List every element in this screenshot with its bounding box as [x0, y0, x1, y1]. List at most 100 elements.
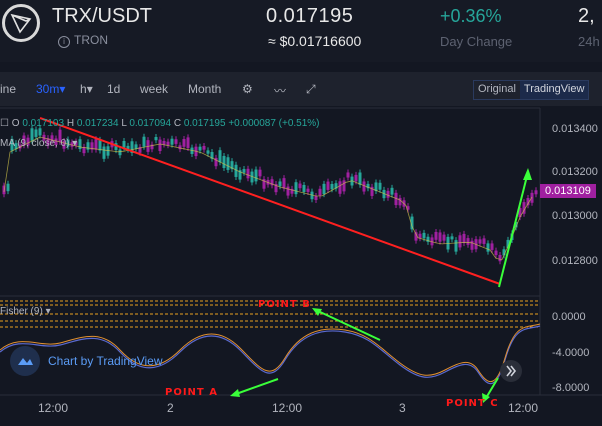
candle-body [206, 150, 210, 154]
candle-body [354, 174, 358, 182]
candle-body [182, 139, 186, 147]
close-prefix: C [173, 118, 182, 129]
high-value: 0.017234 [76, 118, 119, 129]
candle-body [346, 172, 350, 178]
open-value: 0.017103 [22, 118, 65, 129]
candle-body [218, 150, 222, 163]
tradingview-branding[interactable]: Chart by TradingView [10, 346, 163, 376]
candle-body [490, 243, 494, 250]
ma-legend[interactable]: MA (9, close, 0) ▾ [0, 138, 77, 149]
time-tick: 3 [399, 401, 406, 415]
change-value: +0.000087 (+0.51%) [228, 118, 320, 129]
candle-body [158, 139, 162, 152]
candle-body [530, 192, 534, 203]
candle-body [6, 183, 10, 192]
candle-body [302, 184, 306, 193]
chevron-down-icon: ▾ [45, 306, 51, 317]
fisher-legend[interactable]: Fisher (9) ▾ [0, 306, 51, 317]
candle-body [94, 139, 98, 150]
point-b-arrow [317, 310, 381, 341]
legend-square-icon: ☐ [0, 118, 9, 129]
candle-body [326, 181, 330, 190]
candle-body [198, 146, 202, 151]
moving-average-line [3, 136, 533, 261]
candle-body [362, 181, 366, 192]
candle-body [462, 233, 466, 244]
candle-body [98, 139, 102, 151]
candle-body [122, 140, 126, 148]
breakout-arrow [498, 171, 529, 288]
scroll-to-realtime-button[interactable] [500, 360, 522, 382]
candle-body [422, 232, 426, 239]
close-value: 0.017195 [183, 118, 226, 129]
price-tick: 0.012800 [552, 255, 598, 267]
indicator-tick: -4.0000 [552, 347, 590, 359]
candle-body [306, 188, 310, 192]
candle-body [246, 168, 250, 179]
candle-body [482, 238, 486, 244]
candles-group [2, 125, 538, 265]
candle-body [398, 197, 402, 206]
candle-body [78, 139, 82, 150]
candle-body [358, 172, 362, 185]
candle-body [438, 232, 442, 242]
candle-body [202, 145, 206, 150]
candle-body [226, 157, 230, 170]
low-prefix: L [121, 118, 127, 129]
candle-body [434, 231, 438, 240]
candle-body [486, 243, 490, 252]
red-trendline [39, 117, 501, 285]
candle-body [258, 169, 262, 177]
point-b-label: POINT B [258, 299, 311, 310]
candle-body [330, 183, 334, 190]
candle-body [170, 138, 174, 145]
candle-body [166, 141, 170, 146]
chevron-down-icon: ▾ [72, 138, 78, 149]
point-a-arrow [235, 378, 279, 395]
low-value: 0.017094 [129, 118, 172, 129]
candle-body [318, 188, 322, 196]
candle-body [174, 139, 178, 144]
candle-body [442, 234, 446, 241]
candle-body [86, 142, 90, 150]
current-price-tag: 0.013109 [540, 184, 596, 198]
candle-body [134, 144, 138, 149]
candle-body [294, 182, 298, 195]
candle-body [298, 183, 302, 189]
candle-body [342, 180, 346, 192]
price-tick: 0.013000 [552, 210, 598, 222]
point-a-label: POINT A [165, 387, 218, 398]
open-prefix: O [11, 118, 20, 129]
candle-body [458, 235, 462, 248]
candle-body [38, 128, 42, 136]
candle-body [478, 239, 482, 244]
candle-body [282, 178, 286, 189]
tradingview-cloud-icon [10, 346, 40, 376]
candle-body [454, 240, 458, 252]
time-tick: 12:00 [38, 401, 69, 415]
indicator-tick: 0.0000 [552, 311, 586, 323]
candle-body [118, 149, 122, 156]
fisher-label: Fisher (9) [0, 306, 43, 317]
candle-body [390, 187, 394, 195]
candle-body [162, 140, 166, 145]
candle-body [466, 238, 470, 245]
candle-body [534, 190, 538, 195]
candle-body [278, 181, 282, 187]
candle-body [314, 195, 318, 201]
ma-label: MA (9, close, 0) [0, 138, 70, 149]
candle-body [242, 169, 246, 173]
candle-body [286, 186, 290, 196]
time-tick: 12:00 [508, 401, 539, 415]
breakout-arrowhead [523, 168, 532, 180]
candle-body [102, 146, 106, 159]
candle-body [450, 236, 454, 240]
candle-body [186, 137, 190, 148]
candle-body [338, 181, 342, 194]
point-a-arrowhead [230, 389, 240, 397]
candle-body [386, 190, 390, 198]
time-tick: 2 [167, 401, 174, 415]
ohlc-legend: ☐ O 0.017103 H 0.017234 L 0.017094 C 0.0… [0, 118, 320, 129]
candle-body [322, 183, 326, 195]
candle-body [470, 240, 474, 250]
